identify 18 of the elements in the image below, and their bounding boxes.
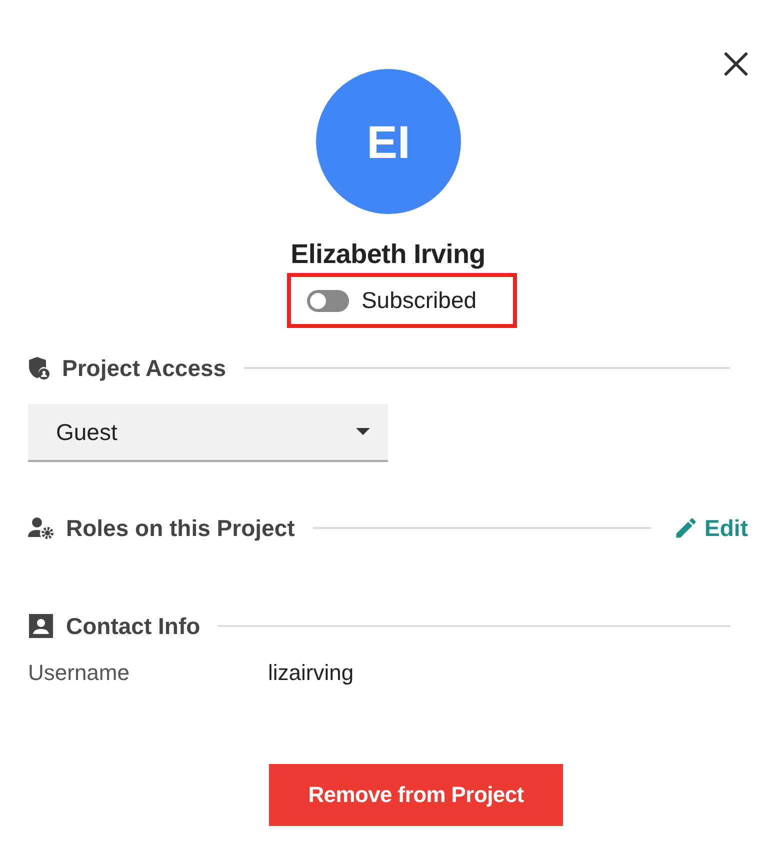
close-icon xyxy=(722,50,750,78)
section-title: Contact Info xyxy=(66,612,200,640)
user-name: Elizabeth Irving xyxy=(290,239,486,270)
contact-card-icon xyxy=(28,613,54,639)
toggle-label: Subscribed xyxy=(361,287,477,314)
avatar: EI xyxy=(316,69,461,214)
field-value: lizairving xyxy=(268,660,354,686)
close-button[interactable] xyxy=(722,50,750,78)
dropdown-caret-icon xyxy=(356,428,370,436)
remove-button[interactable]: Remove from Project xyxy=(269,764,563,826)
edit-link[interactable]: Edit xyxy=(672,514,748,542)
access-select[interactable]: Guest xyxy=(28,404,388,462)
shield-user-icon xyxy=(28,356,50,380)
section-title: Roles on this Project xyxy=(66,514,295,542)
field-label: Username xyxy=(28,660,130,686)
user-gear-icon xyxy=(28,517,54,539)
subscribed-toggle[interactable] xyxy=(307,290,350,312)
section-title: Project Access xyxy=(62,354,226,382)
